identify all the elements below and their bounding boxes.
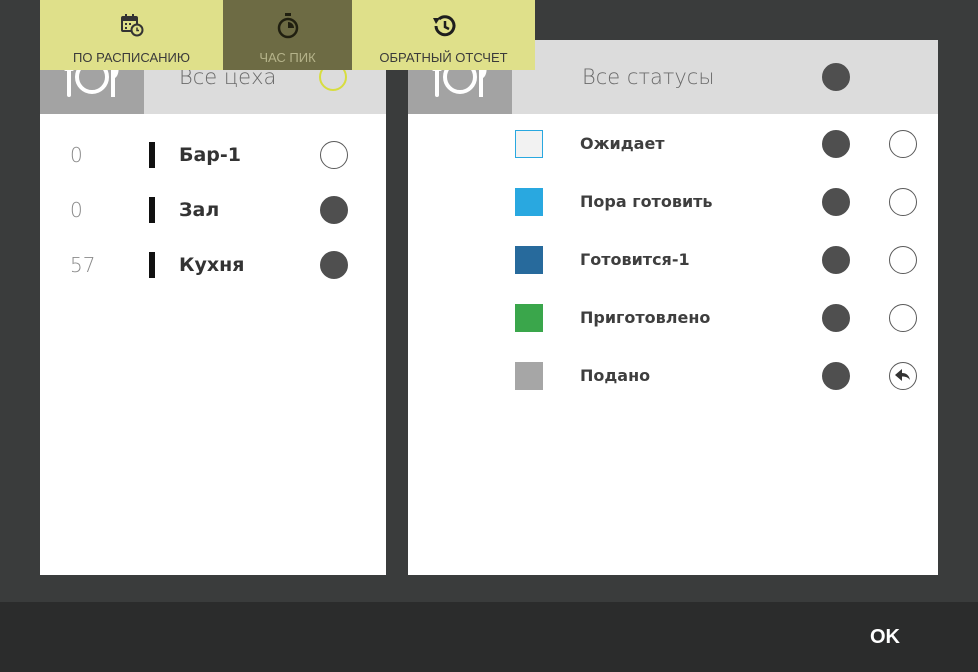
countdown-button[interactable]: ОБРАТНЫЙ ОТСЧЕТ (352, 0, 535, 70)
status-option-toggle[interactable] (889, 188, 917, 216)
workshop-row-bar[interactable]: 0 Бар-1 (40, 137, 386, 173)
status-color-swatch (515, 246, 543, 274)
workshop-row-hall[interactable]: 0 Зал (40, 192, 386, 228)
status-show-toggle[interactable] (822, 304, 850, 332)
workshop-count: 57 (70, 253, 96, 277)
status-name: Пора готовить (580, 192, 713, 211)
workshop-row-kitchen[interactable]: 57 Кухня (40, 247, 386, 283)
peak-hour-label: ЧАС ПИК (259, 50, 316, 65)
status-color-swatch (515, 362, 543, 390)
workshop-count: 0 (70, 198, 83, 222)
status-show-toggle[interactable] (822, 188, 850, 216)
workshop-count: 0 (70, 143, 83, 167)
stopwatch-icon (223, 12, 352, 40)
status-name: Готовится-1 (580, 250, 690, 269)
status-color-swatch (515, 188, 543, 216)
all-statuses-toggle[interactable] (822, 63, 850, 91)
schedule-label: ПО РАСПИСАНИЮ (73, 50, 190, 65)
status-option-toggle[interactable] (889, 304, 917, 332)
status-row-served[interactable]: Подано (408, 358, 938, 394)
workshop-toggle-kitchen[interactable] (320, 251, 348, 279)
status-name: Приготовлено (580, 308, 711, 327)
status-option-toggle[interactable] (889, 130, 917, 158)
status-row-time-to-cook[interactable]: Пора готовить (408, 184, 938, 220)
statuses-title: Все статусы (582, 65, 715, 89)
undo-arrow-icon[interactable] (889, 362, 917, 390)
status-row-cooked[interactable]: Приготовлено (408, 300, 938, 336)
status-color-swatch (515, 304, 543, 332)
status-show-toggle[interactable] (822, 362, 850, 390)
status-show-toggle[interactable] (822, 246, 850, 274)
workshop-toggle-hall[interactable] (320, 196, 348, 224)
workshop-marker (149, 252, 155, 278)
status-color-swatch (515, 130, 543, 158)
calendar-clock-icon (40, 12, 223, 40)
schedule-button[interactable]: ПО РАСПИСАНИЮ (40, 0, 223, 70)
peak-hour-button[interactable]: ЧАС ПИК (223, 0, 352, 70)
workshop-marker (149, 197, 155, 223)
workshop-toggle-bar[interactable] (320, 141, 348, 169)
workshops-panel: Все цеха 0 Бар-1 0 Зал 57 Кухня (40, 40, 386, 575)
status-row-cooking[interactable]: Готовится-1 (408, 242, 938, 278)
workshop-name: Зал (179, 199, 220, 221)
history-icon (352, 12, 535, 40)
ok-button[interactable]: OK (830, 602, 940, 672)
workshop-name: Кухня (179, 254, 245, 276)
status-row-waiting[interactable]: Ожидает (408, 126, 938, 162)
status-show-toggle[interactable] (822, 130, 850, 158)
status-option-toggle[interactable] (889, 246, 917, 274)
countdown-label: ОБРАТНЫЙ ОТСЧЕТ (379, 50, 508, 65)
status-name: Подано (580, 366, 651, 385)
workshop-marker (149, 142, 155, 168)
workshop-name: Бар-1 (179, 144, 242, 166)
status-name: Ожидает (580, 134, 665, 153)
statuses-panel: Все статусы Ожидает Пора готовить Готови… (408, 40, 938, 575)
